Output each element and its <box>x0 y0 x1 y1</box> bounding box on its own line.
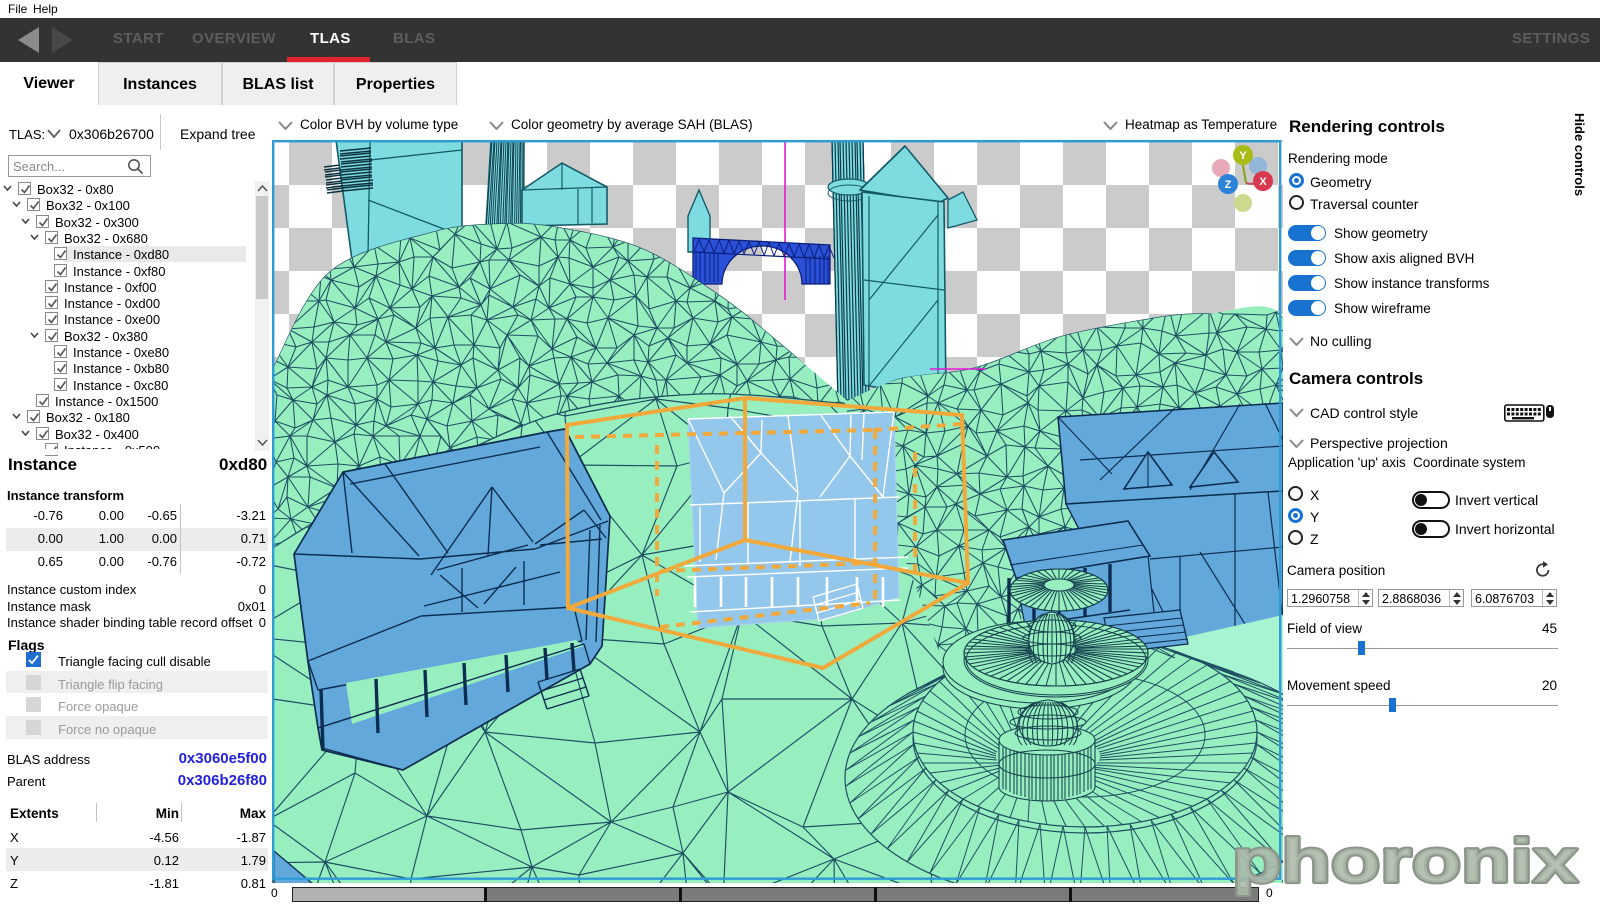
svg-text:Z: Z <box>1225 179 1232 191</box>
svg-text:phoronix: phoronix <box>1232 827 1579 896</box>
svg-text:X: X <box>1259 176 1267 188</box>
svg-text:Y: Y <box>1239 150 1247 162</box>
